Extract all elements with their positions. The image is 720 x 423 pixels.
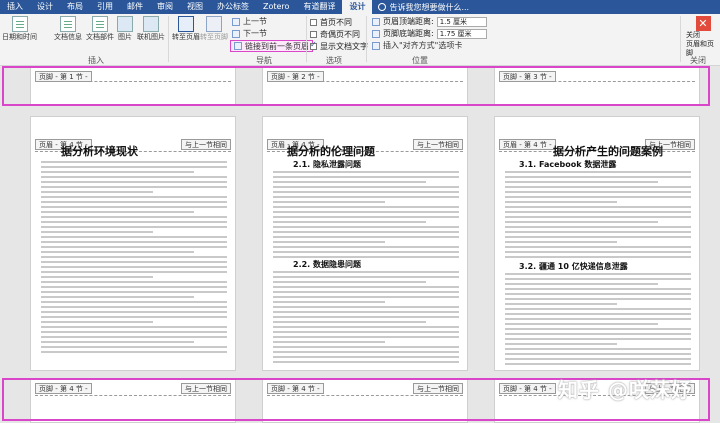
link-to-previous-label: 链接到前一条页眉 <box>245 41 309 51</box>
lightbulb-icon <box>378 3 387 11</box>
section-heading: 3.2. 疆通 10 亿快递信息泄露 <box>519 262 628 271</box>
footer-position-icon <box>372 29 380 38</box>
pictures-button[interactable]: 图片 <box>117 16 133 42</box>
checkbox-box <box>310 31 317 38</box>
watermark: 知乎 @咲莯妤 <box>558 378 692 402</box>
page-b: 页眉 - 第 4 节 - 与上一节相同 据分析的伦理问题 2.1. 隐私泄露问题… <box>262 116 468 371</box>
page-a: 页眉 - 第 4 节 - 与上一节相同 据分析环境现状 <box>30 116 236 371</box>
prev-section-label: 上一节 <box>243 17 267 26</box>
goto-footer-button[interactable]: 转至页脚 <box>200 16 228 42</box>
same-as-previous-tag: 与上一节相同 <box>413 139 463 150</box>
date-time-button[interactable]: 日期和时间 <box>2 16 37 42</box>
insert-group-label: 插入 <box>88 56 104 65</box>
body-text <box>273 271 459 366</box>
page-heading: 据分析的伦理问题 <box>287 145 375 158</box>
pictures-label: 图片 <box>118 33 132 41</box>
checkbox-box <box>310 19 317 26</box>
prev-section-button[interactable]: 上一节 <box>232 16 267 27</box>
link-to-previous-button[interactable]: 链接到前一条页眉 <box>230 40 313 52</box>
align-tab-icon <box>372 41 380 50</box>
tell-me-text: 告诉我您想要做什么... <box>389 2 470 12</box>
document-info-icon <box>60 16 76 32</box>
quick-parts-label: 文档部件 <box>86 33 114 41</box>
tab-office-tabs[interactable]: 办公标签 <box>210 0 256 14</box>
header-icon <box>178 16 194 32</box>
same-as-previous-tag: 与上一节相同 <box>181 139 231 150</box>
tab-view[interactable]: 视图 <box>180 0 210 14</box>
page-heading: 据分析产生的问题案例 <box>553 145 663 158</box>
doc-info-button[interactable]: 文档信息 <box>54 16 82 42</box>
tab-mailings[interactable]: 邮件 <box>120 0 150 14</box>
quick-parts-button[interactable]: 文档部件 <box>86 16 114 42</box>
footer-icon <box>206 16 222 32</box>
section-heading: 3.1. Facebook 数据泄露 <box>519 160 617 169</box>
header-top-input[interactable]: 1.5 厘米 <box>436 16 487 27</box>
quick-parts-icon <box>92 16 108 32</box>
footer-highlight-frame <box>2 66 710 106</box>
header-tag: 页眉 - 第 4 节 - <box>499 139 556 150</box>
nav-group-label: 导航 <box>256 56 272 65</box>
insert-align-tab-label: 插入"对齐方式"选项卡 <box>383 41 463 50</box>
arrow-up-icon <box>232 17 240 26</box>
header-top-row: 页眉顶端距离: 1.5 厘米 <box>372 16 487 27</box>
close-header-footer-button[interactable]: ✕ 关闭 页眉和页脚 <box>686 16 720 58</box>
tab-review[interactable]: 审阅 <box>150 0 180 14</box>
body-text <box>505 273 691 368</box>
footer-bottom-input[interactable]: 1.75 厘米 <box>436 28 487 39</box>
show-doc-text-label: 显示文档文字 <box>320 42 368 51</box>
body-text <box>273 171 459 261</box>
link-icon <box>234 42 242 50</box>
group-separator <box>306 16 307 62</box>
insert-align-tab-button[interactable]: 插入"对齐方式"选项卡 <box>372 40 462 51</box>
section-heading: 2.1. 隐私泄露问题 <box>293 160 361 169</box>
body-text <box>41 161 227 356</box>
online-pictures-button[interactable]: 联机图片 <box>137 16 165 42</box>
tell-me-search[interactable]: 告诉我您想要做什么... <box>378 2 469 13</box>
different-first-page-checkbox[interactable]: 首页不同 <box>310 17 352 28</box>
tab-insert[interactable]: 插入 <box>0 0 30 14</box>
position-group-label: 位置 <box>412 56 428 65</box>
group-separator <box>680 16 681 62</box>
goto-header-label: 转至页眉 <box>172 33 200 41</box>
header-position-icon <box>372 17 380 26</box>
footer-bottom-row: 页脚底端距离: 1.75 厘米 <box>372 28 487 39</box>
tab-youdao[interactable]: 有道翻译 <box>296 0 342 14</box>
close-header-footer-label: 关闭 页眉和页脚 <box>686 31 714 57</box>
odd-even-checkbox[interactable]: 奇偶页不同 <box>310 29 360 40</box>
online-picture-icon <box>143 16 159 32</box>
date-time-label: 日期和时间 <box>2 33 37 41</box>
group-separator <box>366 16 367 62</box>
page-heading: 据分析环境现状 <box>61 145 138 158</box>
header-top-label: 页眉顶端距离: <box>383 17 434 26</box>
tab-design[interactable]: 设计 <box>30 0 60 14</box>
odd-even-label: 奇偶页不同 <box>320 30 360 39</box>
online-pictures-label: 联机图片 <box>137 33 165 41</box>
arrow-down-icon <box>232 29 240 38</box>
ribbon-tab-bar: 插入 设计 布局 引用 邮件 审阅 视图 办公标签 Zotero 有道翻译 设计… <box>0 0 720 14</box>
close-icon: ✕ <box>695 16 711 31</box>
calendar-icon <box>11 16 28 32</box>
footer-bottom-label: 页脚底端距离: <box>383 29 434 38</box>
tab-layout[interactable]: 布局 <box>60 0 90 14</box>
next-section-label: 下一节 <box>243 29 267 38</box>
doc-info-label: 文档信息 <box>54 33 82 41</box>
next-section-button[interactable]: 下一节 <box>232 28 267 39</box>
tab-hf-design[interactable]: 设计 <box>342 0 373 14</box>
goto-header-button[interactable]: 转至页眉 <box>172 16 200 42</box>
show-doc-text-checkbox[interactable]: 显示文档文字 <box>310 40 368 52</box>
body-text <box>505 171 691 261</box>
options-group-label: 选项 <box>326 56 342 65</box>
document-area[interactable]: 页脚 - 第 1 节 - 页脚 - 第 2 节 - 页脚 - 第 3 节 - 页… <box>0 66 720 423</box>
tab-references[interactable]: 引用 <box>90 0 120 14</box>
ribbon: 日期和时间 文档信息 文档部件 图片 联机图片 插入 转至页眉 转至页脚 上一节… <box>0 14 720 66</box>
section-heading: 2.2. 数据隐患问题 <box>293 260 361 269</box>
checkbox-box-checked <box>310 40 317 50</box>
picture-icon <box>117 16 133 32</box>
group-separator <box>168 16 169 62</box>
close-group-label: 关闭 <box>690 56 706 65</box>
goto-footer-label: 转至页脚 <box>200 33 228 41</box>
page-c: 页眉 - 第 4 节 - 与上一节相同 据分析产生的问题案例 3.1. Face… <box>494 116 700 371</box>
different-first-page-label: 首页不同 <box>320 18 352 27</box>
tab-zotero[interactable]: Zotero <box>256 0 296 14</box>
